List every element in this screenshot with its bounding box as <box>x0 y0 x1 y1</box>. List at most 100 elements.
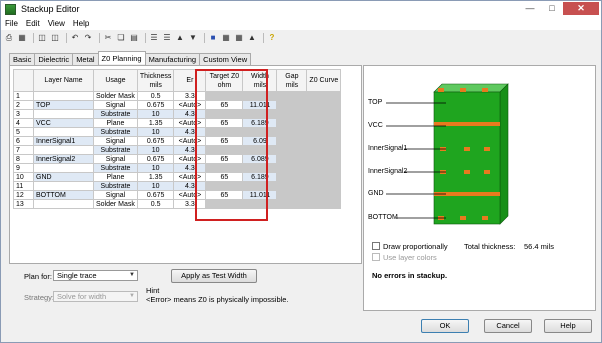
minimize-button[interactable]: — <box>519 2 541 15</box>
tab-z0-planning[interactable]: Z0 Planning <box>97 51 146 64</box>
width-cell[interactable] <box>242 91 278 101</box>
tab-dielectric[interactable]: Dielectric <box>34 53 74 65</box>
width-cell[interactable]: 6.09 <box>242 136 278 146</box>
width-cell[interactable] <box>242 199 278 209</box>
plan-for-select[interactable]: Single trace ▼ <box>53 270 138 281</box>
target-z0-cell[interactable] <box>205 181 244 191</box>
er-cell[interactable]: <Auto> <box>173 172 207 182</box>
strategy-select[interactable]: Solve for width ▼ <box>53 291 138 302</box>
layer-name-cell[interactable] <box>33 91 94 101</box>
target-z0-cell[interactable]: 65 <box>205 118 244 128</box>
thickness-cell[interactable]: 10 <box>136 109 175 119</box>
usage-cell[interactable]: Plane <box>93 172 138 182</box>
usage-cell[interactable]: Substrate <box>93 109 138 119</box>
usage-cell[interactable]: Signal <box>93 190 138 200</box>
print-icon[interactable]: ⎙ <box>4 33 14 43</box>
target-z0-cell[interactable] <box>205 91 244 101</box>
width-cell[interactable]: 11.011 <box>242 190 278 200</box>
table-row[interactable]: 12 BOTTOM Signal 0.675 <Auto> 65 11.011 <box>13 190 342 200</box>
er-cell[interactable]: <Auto> <box>173 100 207 110</box>
usage-cell[interactable]: Substrate <box>93 145 138 155</box>
col-header-width[interactable]: Width mils <box>242 69 278 92</box>
usage-cell[interactable]: Solder Mask <box>93 91 138 101</box>
layer-name-cell[interactable]: TOP <box>33 100 94 110</box>
cancel-button[interactable]: Cancel <box>484 319 532 333</box>
target-z0-cell[interactable] <box>205 199 244 209</box>
close-button[interactable]: ✕ <box>563 2 599 15</box>
split-icon[interactable]: ◫ <box>50 33 60 43</box>
thickness-cell[interactable]: 1.35 <box>136 118 175 128</box>
tab-metal[interactable]: Metal <box>72 53 99 65</box>
layer-name-cell[interactable]: GND <box>33 172 94 182</box>
menu-view[interactable]: View <box>44 17 69 30</box>
col-header-usage[interactable]: Usage <box>93 69 138 92</box>
table-row[interactable]: 1 Solder Mask 0.5 3.3 <box>13 91 342 101</box>
thickness-cell[interactable]: 10 <box>136 127 175 137</box>
width-cell[interactable] <box>242 145 278 155</box>
menu-file[interactable]: File <box>1 17 22 30</box>
layer-name-cell[interactable] <box>33 163 94 173</box>
layer-name-cell[interactable]: BOTTOM <box>33 190 94 200</box>
insert-layer-icon[interactable]: ☰ <box>149 33 159 43</box>
use-layer-colors-checkbox[interactable] <box>372 253 380 261</box>
usage-cell[interactable]: Solder Mask <box>93 199 138 209</box>
menu-edit[interactable]: Edit <box>22 17 44 30</box>
move-up-icon[interactable]: ▲ <box>175 33 185 43</box>
target-z0-cell[interactable]: 65 <box>205 100 244 110</box>
width-cell[interactable]: 6.089 <box>242 154 278 164</box>
width-cell[interactable] <box>242 127 278 137</box>
col-header-thickness[interactable]: Thickness mils <box>136 69 175 92</box>
help-button[interactable]: Help <box>544 319 592 333</box>
ok-button[interactable]: OK <box>421 319 469 333</box>
help-question-icon[interactable]: ? <box>267 33 277 43</box>
er-cell[interactable]: 4.3 <box>173 163 207 173</box>
col-header-target-z0[interactable]: Target Z0 ohm <box>205 69 244 92</box>
layer-name-cell[interactable] <box>33 181 94 191</box>
thickness-cell[interactable]: 0.675 <box>136 100 175 110</box>
target-z0-cell[interactable]: 65 <box>205 190 244 200</box>
table-row[interactable]: 8 InnerSignal2 Signal 0.675 <Auto> 65 6.089 <box>13 154 342 164</box>
layer-name-cell[interactable] <box>33 199 94 209</box>
table-row[interactable]: 2 TOP Signal 0.675 <Auto> 65 11.011 <box>13 100 342 110</box>
target-z0-cell[interactable] <box>205 109 244 119</box>
table-row[interactable]: 7 Substrate 10 4.3 <box>13 145 342 155</box>
target-z0-cell[interactable]: 65 <box>205 136 244 146</box>
er-cell[interactable]: 3.3 <box>173 199 207 209</box>
layer-name-cell[interactable]: VCC <box>33 118 94 128</box>
thickness-cell[interactable]: 0.675 <box>136 136 175 146</box>
target-z0-cell[interactable] <box>205 127 244 137</box>
thickness-cell[interactable]: 1.35 <box>136 172 175 182</box>
thickness-cell[interactable]: 0.675 <box>136 190 175 200</box>
table-row[interactable]: 5 Substrate 10 4.3 <box>13 127 342 137</box>
redo-icon[interactable]: ↷ <box>83 33 93 43</box>
thickness-cell[interactable]: 0.675 <box>136 154 175 164</box>
table-row[interactable]: 4 VCC Plane 1.35 <Auto> 65 6.189 <box>13 118 342 128</box>
layer-name-cell[interactable]: InnerSignal2 <box>33 154 94 164</box>
delete-layer-icon[interactable]: ☰ <box>162 33 172 43</box>
tab-basic[interactable]: Basic <box>9 53 36 65</box>
thickness-cell[interactable]: 10 <box>136 163 175 173</box>
move-down-icon[interactable]: ▼ <box>188 33 198 43</box>
er-cell[interactable]: <Auto> <box>173 190 207 200</box>
target-z0-cell[interactable] <box>205 163 244 173</box>
width-cell[interactable] <box>242 181 278 191</box>
er-cell[interactable]: <Auto> <box>173 118 207 128</box>
layer-name-cell[interactable] <box>33 127 94 137</box>
width-cell[interactable] <box>242 109 278 119</box>
col-header-z0-curve[interactable]: Z0 Curve <box>306 69 342 92</box>
thickness-cell[interactable]: 10 <box>136 145 175 155</box>
table-row[interactable]: 11 Substrate 10 4.3 <box>13 181 342 191</box>
er-cell[interactable]: 3.3 <box>173 91 207 101</box>
usage-cell[interactable]: Signal <box>93 136 138 146</box>
draw-proportionally-checkbox[interactable] <box>372 242 380 250</box>
er-cell[interactable]: 4.3 <box>173 127 207 137</box>
table-row[interactable]: 3 Substrate 10 4.3 <box>13 109 342 119</box>
target-z0-cell[interactable]: 65 <box>205 172 244 182</box>
table-row[interactable]: 13 Solder Mask 0.5 3.3 <box>13 199 342 209</box>
er-cell[interactable]: 4.3 <box>173 145 207 155</box>
layer-name-cell[interactable]: InnerSignal1 <box>33 136 94 146</box>
grid-icon[interactable]: ▦ <box>234 33 244 43</box>
width-cell[interactable] <box>242 163 278 173</box>
col-header-layer-name[interactable]: Layer Name <box>33 69 94 92</box>
col-header-gap[interactable]: Gap mils <box>276 69 308 92</box>
